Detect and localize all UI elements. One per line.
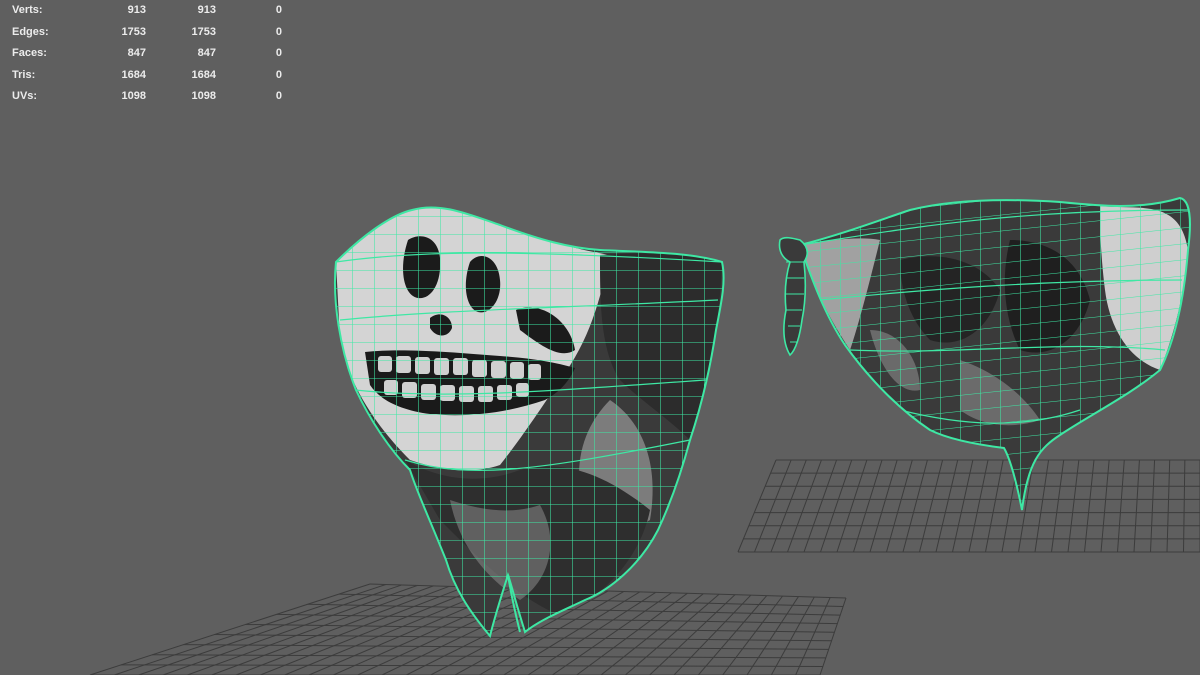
grid-line [697,595,768,675]
hud-value: 1684 [121,68,146,81]
hud-value: 1098 [191,90,216,103]
grid-line [576,592,688,675]
hud-label: Edges: [12,25,49,38]
grid-line [152,654,826,659]
grid-line [754,459,792,553]
bandana-knot [778,236,809,357]
hud-value: 1098 [121,90,146,103]
hud-value: 847 [197,47,216,60]
grid-line [985,459,1004,553]
grid-line [1084,459,1095,553]
grid-line [1117,459,1125,553]
grid-line [819,597,847,675]
hud-label: Faces: [12,47,47,60]
grid-line [1183,459,1186,553]
grid-line [770,596,815,675]
hud-value: 913 [127,4,146,16]
grid-line [1133,459,1140,553]
ground-grid-back [737,459,1200,553]
hud-value: 0 [275,47,282,60]
grid-line [770,459,807,553]
grid-line [787,459,822,553]
grid-line [187,585,434,675]
hud-row: Verts: 913 913 0 [12,0,282,22]
grid-line [625,593,720,675]
skull-mask-object[interactable] [330,200,730,640]
grid-line [795,597,831,675]
hud-value: 847 [127,47,146,60]
hud-value: 1684 [191,68,216,81]
grid-line [902,459,928,553]
grid-line [649,594,736,675]
hud-value: 1753 [191,25,216,38]
grid-line [1067,459,1080,553]
grid-line [114,583,387,675]
grid-line [886,459,913,553]
grid-line [952,459,974,553]
grid-line [235,586,466,675]
hud-value: 913 [197,4,216,16]
hud-value: 0 [275,4,282,16]
grid-line [803,459,838,553]
heads-up-display: Verts: 913 913 0 Edges: 1753 1753 0 Faces: 847 847… [12,0,282,108]
grid-line [1034,459,1050,553]
grid-line [1051,459,1065,553]
grid-line [162,584,418,675]
hud-value: 1753 [121,25,146,38]
viewport[interactable]: Verts: 913 913 0 Edges: 1753 1753 0 Faces: 847 847… [0,0,1200,675]
grid-line [869,459,898,553]
hud-label: Verts: [12,4,43,16]
grid-line [737,459,777,553]
hud-row: Faces: 847 847 0 [12,43,282,65]
hud-value: 0 [275,68,282,81]
grid-line [183,644,829,650]
hud-value: 0 [275,90,282,103]
hud-value: 0 [275,25,282,38]
grid-line [260,586,482,675]
grid-line [968,459,989,553]
grid-line [853,459,883,553]
hud-label: UVs: [12,90,38,103]
hud-label: Tris: [12,68,36,81]
bandana-mask-object[interactable] [778,190,1195,520]
grid-line [1150,459,1156,553]
grid-line [89,583,371,675]
grid-line [673,594,752,675]
grid-line [836,459,868,553]
hud-row: Tris: 1684 1684 0 [12,65,282,87]
grid-line [245,623,835,633]
grid-line [1166,459,1171,553]
hud-row: UVs: 1098 1098 0 [12,86,282,108]
grid-line [1100,459,1110,553]
hud-row: Edges: 1753 1753 0 [12,22,282,44]
grid-line [820,459,853,553]
